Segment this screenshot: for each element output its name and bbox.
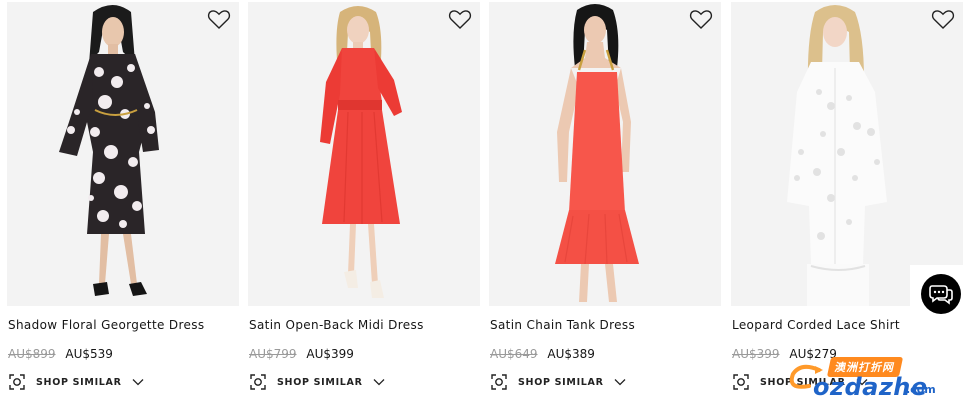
scan-camera-icon [491, 374, 507, 390]
product-image[interactable] [731, 2, 963, 306]
scan-camera-icon [9, 374, 25, 390]
product-grid: Shadow Floral Georgette Dress AU$899 AU$… [0, 0, 963, 414]
product-card[interactable]: Shadow Floral Georgette Dress AU$899 AU$… [7, 0, 239, 414]
product-name[interactable]: Shadow Floral Georgette Dress [8, 318, 204, 332]
product-card[interactable]: Satin Chain Tank Dress AU$649 AU$389 SHO… [489, 0, 721, 414]
shop-similar-button[interactable]: SHOP SIMILAR [250, 372, 385, 392]
original-price: AU$899 [8, 347, 56, 361]
shop-similar-button[interactable]: SHOP SIMILAR [733, 372, 868, 392]
product-card[interactable]: Leopard Corded Lace Shirt AU$399 AU$279 … [731, 0, 963, 414]
heart-outline-icon[interactable] [689, 8, 713, 30]
product-image[interactable] [489, 2, 721, 306]
sale-price: AU$279 [789, 347, 837, 361]
shop-similar-label: SHOP SIMILAR [277, 376, 363, 388]
product-name[interactable]: Satin Chain Tank Dress [490, 318, 635, 332]
heart-outline-icon[interactable] [448, 8, 472, 30]
product-price: AU$899 AU$539 [8, 347, 113, 361]
original-price: AU$649 [490, 347, 538, 361]
product-image[interactable] [7, 2, 239, 306]
chat-bubble-icon[interactable] [921, 274, 961, 314]
original-price: AU$399 [732, 347, 780, 361]
original-price: AU$799 [249, 347, 297, 361]
scan-camera-icon [250, 374, 266, 390]
shop-similar-label: SHOP SIMILAR [36, 376, 122, 388]
shop-similar-button[interactable]: SHOP SIMILAR [491, 372, 626, 392]
scan-camera-icon [733, 374, 749, 390]
chevron-down-icon [614, 378, 626, 386]
heart-outline-icon[interactable] [207, 8, 231, 30]
product-listing-page: Shadow Floral Georgette Dress AU$899 AU$… [0, 0, 963, 414]
chevron-down-icon [856, 378, 868, 386]
shop-similar-label: SHOP SIMILAR [760, 376, 846, 388]
product-price: AU$649 AU$389 [490, 347, 595, 361]
product-price: AU$399 AU$279 [732, 347, 837, 361]
sale-price: AU$539 [65, 347, 113, 361]
product-image[interactable] [248, 2, 480, 306]
shop-similar-button[interactable]: SHOP SIMILAR [9, 372, 144, 392]
sale-price: AU$389 [547, 347, 595, 361]
chevron-down-icon [373, 378, 385, 386]
heart-outline-icon[interactable] [931, 8, 955, 30]
sale-price: AU$399 [306, 347, 354, 361]
product-name[interactable]: Satin Open-Back Midi Dress [249, 318, 424, 332]
chevron-down-icon [132, 378, 144, 386]
product-price: AU$799 AU$399 [249, 347, 354, 361]
product-name[interactable]: Leopard Corded Lace Shirt [732, 318, 900, 332]
shop-similar-label: SHOP SIMILAR [518, 376, 604, 388]
product-card[interactable]: Satin Open-Back Midi Dress AU$799 AU$399… [248, 0, 480, 414]
